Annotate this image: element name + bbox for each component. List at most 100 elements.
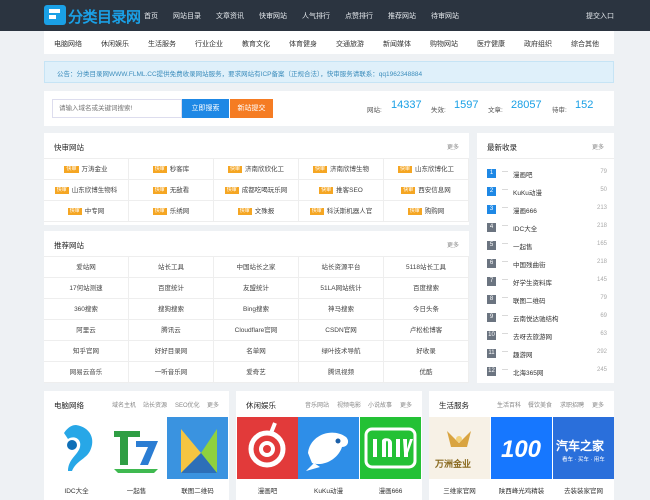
recommended-item[interactable]: 腾讯云 [129, 320, 214, 341]
fast-review-item[interactable]: 快审 西安信息网 [384, 180, 469, 201]
nav-articles[interactable]: 文章资讯 [216, 11, 244, 21]
latest-item[interactable]: 9 — 云南悦达驰结构 69 [487, 310, 607, 328]
fast-review-item[interactable]: 快审 购购网 [384, 201, 469, 222]
search-button[interactable]: 立即搜索 [182, 99, 229, 118]
fast-review-item[interactable]: 快审 中专网 [44, 201, 129, 222]
more-link[interactable]: 更多 [447, 240, 459, 249]
subnav-item[interactable]: 综合其他 [571, 39, 599, 49]
category-tab[interactable]: 小说故事 [368, 400, 392, 409]
more-link[interactable]: 更多 [447, 142, 459, 151]
fast-review-item[interactable]: 快审 乐绣网 [129, 201, 214, 222]
latest-item[interactable]: 10 — 去呀去旅游网 63 [487, 328, 607, 346]
fast-review-item[interactable]: 快审 推客SEO [299, 180, 384, 201]
liantu-app-icon[interactable] [167, 417, 228, 479]
subnav-item[interactable]: 休闲娱乐 [101, 39, 129, 49]
app-name[interactable]: 漫画666 [360, 485, 421, 495]
nav-home[interactable]: 首页 [144, 11, 158, 21]
nav-directory[interactable]: 网站目录 [173, 11, 201, 21]
latest-item[interactable]: 11 — 趣游网 292 [487, 346, 607, 364]
recommended-item[interactable]: 一听音乐网 [129, 362, 214, 383]
idc-app-icon[interactable] [46, 417, 107, 479]
recommended-item[interactable]: 百度搜索 [384, 278, 469, 299]
recommended-item[interactable]: 51LA网站统计 [299, 278, 384, 299]
category-tab[interactable]: 站长资源 [143, 400, 167, 409]
recommended-item[interactable]: 站长资源平台 [299, 257, 384, 278]
kuku-dolphin-icon[interactable] [298, 417, 359, 479]
more-link[interactable]: 更多 [592, 142, 604, 151]
recommended-item[interactable]: 爱站网 [44, 257, 129, 278]
search-input[interactable] [52, 99, 182, 118]
recommended-item[interactable]: 腾讯视频 [299, 362, 384, 383]
recommended-item[interactable]: Cloudflare官网 [214, 320, 299, 341]
recommended-item[interactable]: 神马搜索 [299, 299, 384, 320]
latest-item[interactable]: 8 — 联图二维码 79 [487, 292, 607, 310]
iqiyi-icon[interactable] [360, 417, 421, 479]
recommended-item[interactable]: 友盟统计 [214, 278, 299, 299]
app-name[interactable]: 漫画吧 [237, 485, 298, 495]
category-tab[interactable]: 生活百科 [497, 400, 521, 409]
more-link[interactable]: 更多 [400, 400, 412, 409]
fast-review-item[interactable]: 快审 万涛金业 [44, 159, 129, 180]
app-name[interactable]: 三维家官网 [429, 485, 490, 495]
category-tab[interactable]: 餐饮美食 [528, 400, 552, 409]
autohome-app-icon[interactable]: 汽车之家 看车 · 买车 · 用车 [553, 417, 614, 479]
category-tab[interactable]: 视频电影 [337, 400, 361, 409]
subnav-item[interactable]: 电脑网络 [54, 39, 82, 49]
fast-review-item[interactable]: 快审 科沃斯机器人官 [299, 201, 384, 222]
subnav-item[interactable]: 医疗健康 [477, 39, 505, 49]
wanzhou-gold-icon[interactable]: 万洲金业 [429, 417, 490, 479]
latest-item[interactable]: 2 — KuKu动漫 50 [487, 184, 607, 202]
recommended-item[interactable]: 名单网 [214, 341, 299, 362]
recommended-item[interactable]: 中国站长之家 [214, 257, 299, 278]
recommended-item[interactable]: 绿叶技术导航 [299, 341, 384, 362]
category-tab[interactable]: SEO优化 [175, 400, 200, 409]
nav-recommended[interactable]: 推荐网站 [388, 11, 416, 21]
recommended-item[interactable]: 知乎官网 [44, 341, 129, 362]
app-name[interactable]: IDC大全 [46, 485, 107, 495]
yiqishou-app-icon[interactable] [106, 417, 167, 479]
subnav-item[interactable]: 购物网站 [430, 39, 458, 49]
category-tab[interactable]: 域名主机 [112, 400, 136, 409]
recommended-item[interactable]: 站长工具 [129, 257, 214, 278]
fast-review-item[interactable]: 快审 山东欣博生物科 [44, 180, 129, 201]
category-tab[interactable]: 求职招聘 [560, 400, 584, 409]
recommended-item[interactable]: 卢松松博客 [384, 320, 469, 341]
app-name[interactable]: 陕西峰光鸡精装 [491, 485, 552, 495]
netease-music-icon[interactable] [237, 417, 298, 479]
recommended-item[interactable]: 阿里云 [44, 320, 129, 341]
category-tab[interactable]: 音乐网站 [305, 400, 329, 409]
fast-review-item[interactable]: 快审 济南欣欣化工 [214, 159, 299, 180]
subnav-item[interactable]: 新闻媒体 [383, 39, 411, 49]
latest-item[interactable]: 12 — 北海365网 245 [487, 364, 607, 382]
latest-item[interactable]: 5 — 一起售 165 [487, 238, 607, 256]
nav-fast-review[interactable]: 快审网站 [259, 11, 287, 21]
recommended-item[interactable]: 网易云音乐 [44, 362, 129, 383]
app-name[interactable]: KuKu动漫 [298, 485, 359, 495]
app-name[interactable]: 去装装家官网 [553, 485, 614, 495]
more-link[interactable]: 更多 [592, 400, 604, 409]
submit-site-button[interactable]: 新站提交 [230, 99, 273, 118]
fast-review-item[interactable]: 快审 山东欣博化工 [384, 159, 469, 180]
recommended-item[interactable]: 好收录 [384, 341, 469, 362]
latest-item[interactable]: 6 — 中国残曲街 218 [487, 256, 607, 274]
more-link[interactable]: 更多 [207, 400, 219, 409]
recommended-item[interactable]: 17何站测速 [44, 278, 129, 299]
latest-item[interactable]: 3 — 漫画666 213 [487, 202, 607, 220]
site-logo[interactable]: 分类目录网 [44, 4, 141, 26]
recommended-item[interactable]: 360搜索 [44, 299, 129, 320]
recommended-item[interactable]: 百度统计 [129, 278, 214, 299]
latest-item[interactable]: 7 — 好学生资料库 145 [487, 274, 607, 292]
nav-submit-entry[interactable]: 提交入口 [586, 11, 614, 21]
recommended-item[interactable]: Bing搜索 [214, 299, 299, 320]
subnav-item[interactable]: 政府组织 [524, 39, 552, 49]
app-name[interactable]: 一起售 [106, 485, 167, 495]
recommended-item[interactable]: CSDN官网 [299, 320, 384, 341]
nav-pending[interactable]: 待审网站 [431, 11, 459, 21]
hundred-app-icon[interactable]: 100 [491, 417, 552, 479]
subnav-item[interactable]: 行业企业 [195, 39, 223, 49]
fast-review-item[interactable]: 快审 无敌看 [129, 180, 214, 201]
recommended-item[interactable]: 5118站长工具 [384, 257, 469, 278]
fast-review-item[interactable]: 快审 秒客库 [129, 159, 214, 180]
recommended-item[interactable]: 好好目录网 [129, 341, 214, 362]
latest-item[interactable]: 1 — 漫画吧 79 [487, 166, 607, 184]
